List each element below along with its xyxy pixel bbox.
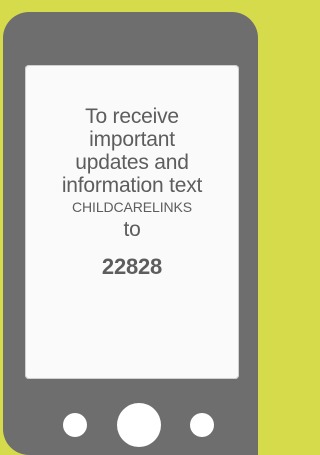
message-line: To receive [85, 105, 179, 128]
graphic-canvas: To receive important updates and informa… [0, 0, 262, 455]
left-button-icon [63, 413, 87, 437]
message-line: to [123, 218, 141, 241]
right-button-icon [190, 413, 214, 437]
phone-screen: To receive important updates and informa… [25, 65, 239, 379]
message-line: information text [61, 174, 203, 197]
short-code-number: 22828 [101, 254, 163, 279]
message-line: important [89, 128, 175, 151]
text-keyword: CHILDCARELINKS [72, 199, 192, 215]
home-button-icon [117, 403, 161, 447]
message-line: updates and [75, 151, 189, 174]
phone-illustration: To receive important updates and informa… [3, 12, 258, 455]
text-message-instructions: To receive important updates and informa… [25, 105, 239, 279]
